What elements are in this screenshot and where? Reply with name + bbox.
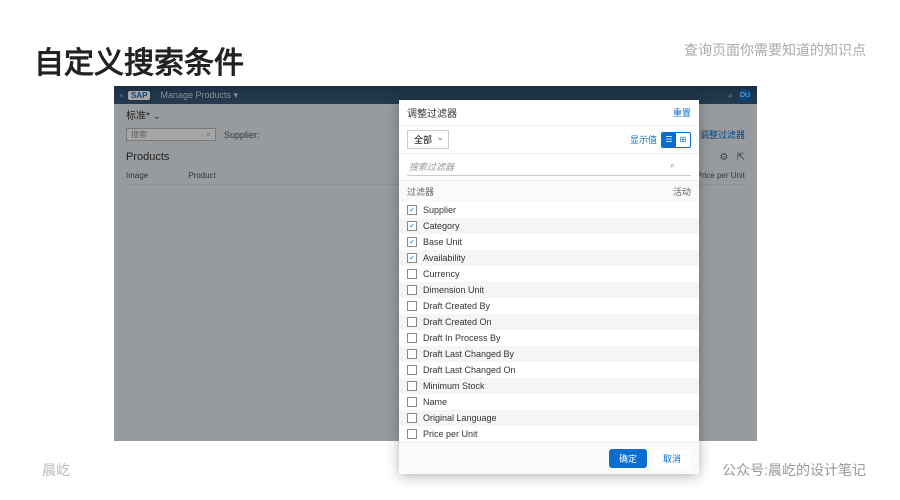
filter-item-label: Draft In Process By xyxy=(423,333,501,343)
filter-item-label: Category xyxy=(423,221,460,231)
checkbox[interactable] xyxy=(407,429,417,439)
filter-item-label: Minimum Stock xyxy=(423,381,485,391)
checkbox[interactable] xyxy=(407,381,417,391)
filter-item-label: Dimension Unit xyxy=(423,285,484,295)
footer-author: 晨屹 xyxy=(42,460,70,480)
checkbox[interactable]: ✓ xyxy=(407,237,417,247)
filter-item[interactable]: Draft Created By xyxy=(399,298,699,314)
dialog-title: 调整过滤器 xyxy=(407,105,457,120)
checkbox[interactable] xyxy=(407,413,417,423)
filter-item-label: Base Unit xyxy=(423,237,462,247)
filter-item[interactable]: Draft Last Changed On xyxy=(399,362,699,378)
search-icon: ⌕ xyxy=(670,160,675,171)
reset-button[interactable]: 重置 xyxy=(673,106,691,119)
checkbox[interactable] xyxy=(407,301,417,311)
checkbox[interactable] xyxy=(407,397,417,407)
filter-item[interactable]: Dimension Unit xyxy=(399,282,699,298)
checkbox[interactable] xyxy=(407,349,417,359)
filter-list: ✓ Supplier ✓ Category ✓ Base Unit ✓ Availabilit… xyxy=(399,202,699,442)
filter-item[interactable]: Draft Last Changed By xyxy=(399,346,699,362)
checkbox[interactable]: ✓ xyxy=(407,205,417,215)
group-view-icon[interactable]: ⊞ xyxy=(676,133,690,147)
list-view-icon[interactable]: ☰ xyxy=(662,133,676,147)
col-filter-label: 过滤器 xyxy=(407,185,434,198)
filter-item-label: Draft Created On xyxy=(423,317,492,327)
filter-item[interactable]: ✓ Availability xyxy=(399,250,699,266)
filter-item-label: Original Language xyxy=(423,413,497,423)
checkbox[interactable] xyxy=(407,269,417,279)
checkbox[interactable] xyxy=(407,365,417,375)
filter-dialog: 调整过滤器 重置 全部 显示值 ☰ ⊞ 搜索过滤器 ⌕ 过滤器 活动 ✓ Supp… xyxy=(399,100,699,474)
display-value-link[interactable]: 显示值 xyxy=(630,133,657,146)
filter-item[interactable]: ✓ Supplier xyxy=(399,202,699,218)
scope-select[interactable]: 全部 xyxy=(407,130,449,149)
checkbox[interactable] xyxy=(407,285,417,295)
filter-item[interactable]: Minimum Stock xyxy=(399,378,699,394)
filter-item[interactable]: Draft Created On xyxy=(399,314,699,330)
checkbox[interactable]: ✓ xyxy=(407,221,417,231)
ok-button[interactable]: 确定 xyxy=(609,449,647,468)
slide-title: 自定义搜索条件 xyxy=(34,38,244,82)
filter-item[interactable]: Price per Unit xyxy=(399,426,699,442)
filter-item-label: Draft Created By xyxy=(423,301,490,311)
view-toggle[interactable]: ☰ ⊞ xyxy=(661,132,691,148)
filter-item[interactable]: ✓ Base Unit xyxy=(399,234,699,250)
filter-item-label: Currency xyxy=(423,269,460,279)
filter-item-label: Price per Unit xyxy=(423,429,478,439)
filter-item[interactable]: ✓ Category xyxy=(399,218,699,234)
filter-item[interactable]: Draft In Process By xyxy=(399,330,699,346)
filter-item-label: Draft Last Changed On xyxy=(423,365,516,375)
filter-item[interactable]: Name xyxy=(399,394,699,410)
filter-item-label: Availability xyxy=(423,253,465,263)
checkbox[interactable] xyxy=(407,317,417,327)
slide-subtitle: 查询页面你需要知道的知识点 xyxy=(684,40,866,60)
filter-item-label: Draft Last Changed By xyxy=(423,349,514,359)
filter-item[interactable]: Original Language xyxy=(399,410,699,426)
filter-item-label: Supplier xyxy=(423,205,456,215)
col-active-label: 活动 xyxy=(673,185,691,198)
checkbox[interactable]: ✓ xyxy=(407,253,417,263)
checkbox[interactable] xyxy=(407,333,417,343)
filter-item-label: Name xyxy=(423,397,447,407)
cancel-button[interactable]: 取消 xyxy=(653,449,691,468)
footer-credit: 公众号:晨屹的设计笔记 xyxy=(722,460,866,480)
filter-search-input[interactable]: 搜索过滤器 ⌕ xyxy=(407,158,691,176)
filter-item[interactable]: Currency xyxy=(399,266,699,282)
